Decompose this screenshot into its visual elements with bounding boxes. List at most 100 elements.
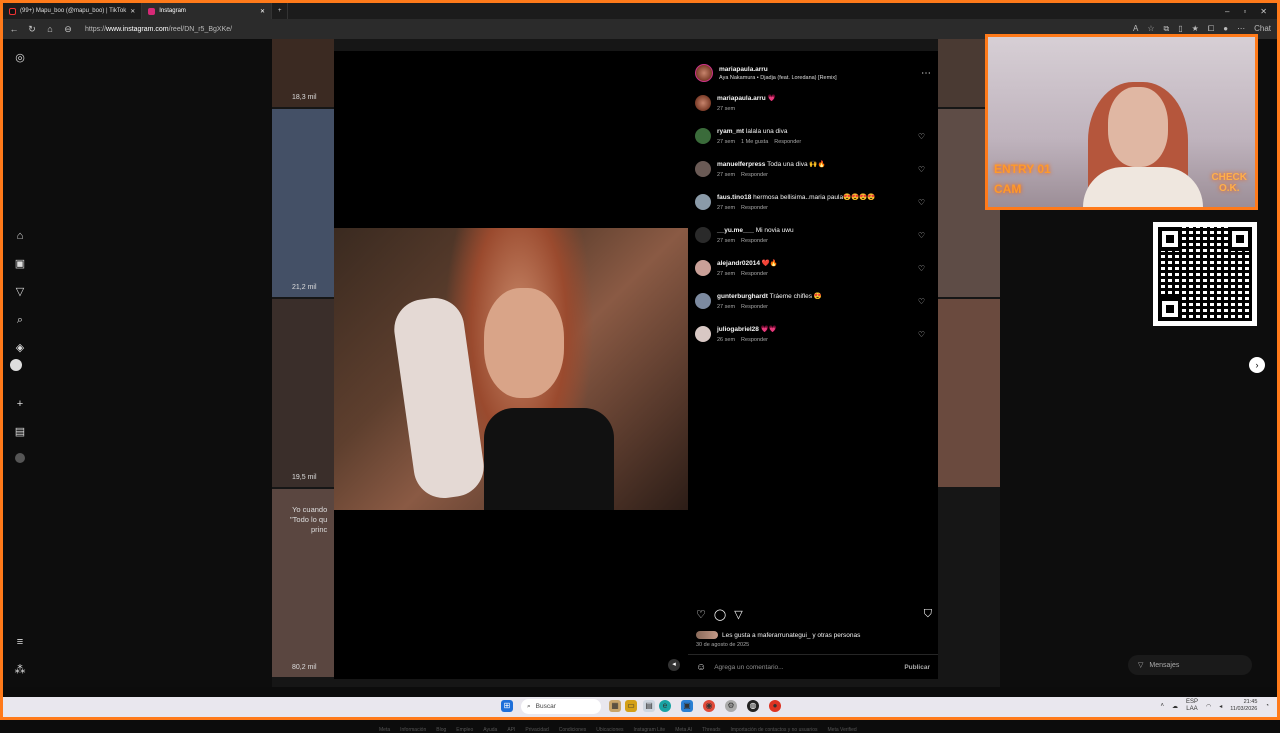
footer-link[interactable]: Importación de contactos y no usuarios (731, 727, 818, 733)
cloud-icon[interactable]: ☁ (1172, 703, 1178, 710)
obs-icon[interactable]: ◍ (747, 700, 759, 712)
author-avatar[interactable] (695, 95, 711, 111)
footer-link[interactable]: Información (400, 727, 426, 733)
reels-icon[interactable]: ▣ (13, 257, 27, 271)
chrome-icon[interactable]: ◉ (703, 700, 715, 712)
more-icon[interactable]: ⋯ (1237, 24, 1245, 34)
favorites-bar-icon[interactable]: ★ (1192, 24, 1199, 34)
maximize-icon[interactable]: ▫ (1243, 7, 1246, 16)
reply-button[interactable]: Responder (741, 271, 768, 277)
send-icon[interactable]: ▽ (13, 285, 27, 299)
reload-icon[interactable]: ↻ (27, 24, 37, 35)
share-icon[interactable]: ▽ (734, 608, 742, 621)
menu-icon[interactable]: ≡ (13, 635, 27, 649)
compass-icon[interactable]: ◈ (13, 341, 27, 355)
author-avatar[interactable] (695, 64, 713, 82)
reply-button[interactable]: Responder (741, 205, 768, 211)
feed-thumbnail[interactable]: 18,3 mil (272, 39, 334, 107)
footer-link[interactable]: Empleo (456, 727, 473, 733)
minimize-icon[interactable]: – (1225, 7, 1229, 16)
commenter-avatar[interactable] (695, 161, 711, 177)
footer-link[interactable]: Meta AI (675, 727, 692, 733)
apps-icon[interactable]: ⁂ (13, 663, 27, 677)
commenter-avatar[interactable] (695, 194, 711, 210)
file-explorer-icon[interactable]: ▭ (625, 700, 637, 712)
comment-username[interactable]: mariapaula.arru (717, 95, 766, 102)
comment-username[interactable]: ryam_mt (717, 128, 744, 135)
new-tab-button[interactable]: + (272, 3, 289, 19)
like-comment-icon[interactable]: ♡ (918, 231, 925, 240)
feed-thumbnail[interactable] (938, 299, 1000, 487)
comment-username[interactable]: juliogabriel28 (717, 326, 759, 333)
more-options-icon[interactable]: ⋯ (921, 68, 931, 79)
like-comment-icon[interactable]: ♡ (918, 198, 925, 207)
commenter-avatar[interactable] (695, 260, 711, 276)
like-comment-icon[interactable]: ♡ (918, 297, 925, 306)
feed-thumbnail[interactable]: Yo cuando "Todo lo qu princ 80,2 mil (272, 489, 334, 677)
close-icon[interactable]: ✕ (130, 8, 135, 15)
browser-tab-tiktok[interactable]: (99+) Mapu_boo (@mapu_boo) | TikTok ✕ (3, 3, 143, 19)
emoji-icon[interactable]: ☺ (696, 662, 706, 673)
reply-button[interactable]: Responder (741, 238, 768, 244)
footer-link[interactable]: Ubicaciones (596, 727, 623, 733)
commenter-avatar[interactable] (695, 326, 711, 342)
favorite-icon[interactable]: ☆ (1147, 24, 1154, 34)
app-icon[interactable]: ● (769, 700, 781, 712)
taskbar-search[interactable]: ⌕ Buscar (521, 699, 601, 714)
comment-icon[interactable]: ◯ (714, 608, 726, 621)
settings-icon[interactable]: ⚙ (725, 700, 737, 712)
edge-icon[interactable]: e (659, 700, 671, 712)
search-icon[interactable]: ⌕ (13, 313, 27, 327)
footer-link[interactable]: Privacidad (525, 727, 548, 733)
close-icon[interactable]: ✕ (260, 8, 265, 15)
widgets-icon[interactable]: ▦ (609, 700, 621, 712)
reply-button[interactable]: Responder (774, 139, 801, 145)
footer-link[interactable]: Instagram Lite (634, 727, 666, 733)
wifi-icon[interactable]: ◠ (1206, 703, 1211, 710)
bookmark-icon[interactable]: ⛉ (924, 608, 932, 621)
like-comment-icon[interactable]: ♡ (918, 330, 925, 339)
footer-link[interactable]: Meta (379, 727, 390, 733)
copilot-chat-button[interactable]: Chat (1254, 24, 1271, 34)
footer-link[interactable]: Meta Verified (828, 727, 857, 733)
task-view-icon[interactable]: ▤ (643, 700, 655, 712)
footer-link[interactable]: Ayuda (483, 727, 497, 733)
clock[interactable]: 21:45 11/03/2026 (1230, 699, 1257, 713)
lang-indicator[interactable]: ESP LAA (1186, 699, 1198, 713)
chevron-up-icon[interactable]: ˄ (1160, 703, 1164, 709)
chart-icon[interactable]: ▤ (13, 425, 27, 439)
instagram-logo-icon[interactable]: ◎ (13, 51, 27, 65)
home-icon[interactable]: ⌂ (13, 229, 27, 243)
site-info-icon[interactable]: ⊖ (63, 24, 73, 35)
feed-thumbnail[interactable]: 19,5 mil (272, 299, 334, 487)
likes-summary[interactable]: Les gusta a maferarrunategui_ y otras pe… (696, 631, 860, 639)
like-comment-icon[interactable]: ♡ (918, 165, 925, 174)
plus-icon[interactable]: + (13, 397, 27, 411)
store-icon[interactable]: ▣ (681, 700, 693, 712)
reel-video-player[interactable]: ◂ (334, 51, 688, 679)
split-icon[interactable]: ▯ (1178, 24, 1182, 34)
windows-start-icon[interactable]: ⊞ (501, 700, 513, 712)
footer-link[interactable]: Blog (436, 727, 446, 733)
home-browser-icon[interactable]: ⌂ (45, 24, 55, 34)
commenter-avatar[interactable] (695, 293, 711, 309)
mute-icon[interactable]: ◂ (668, 659, 680, 671)
heart-icon[interactable] (10, 359, 22, 371)
reply-button[interactable]: Responder (741, 172, 768, 178)
profile-icon[interactable]: ● (1223, 24, 1228, 34)
browser-tab-instagram[interactable]: Instagram ✕ (142, 3, 272, 19)
collections-icon[interactable]: ⧠ (1208, 24, 1214, 34)
like-comment-icon[interactable]: ♡ (918, 264, 925, 273)
author-username[interactable]: mariapaula.arru (719, 66, 837, 73)
next-reel-icon[interactable]: › (1249, 357, 1265, 373)
publish-button[interactable]: Publicar (904, 664, 930, 671)
comment-username[interactable]: alejandr02014 (717, 260, 760, 267)
footer-link[interactable]: API (507, 727, 515, 733)
add-comment-input[interactable]: Agrega un comentario... (714, 664, 896, 671)
comment-username[interactable]: __yu.me___ (717, 227, 754, 234)
read-aloud-icon[interactable]: A (1133, 24, 1138, 34)
footer-link[interactable]: Threads (702, 727, 720, 733)
back-icon[interactable]: ← (9, 24, 19, 34)
like-icon[interactable]: ♡ (696, 608, 706, 621)
commenter-avatar[interactable] (695, 227, 711, 243)
